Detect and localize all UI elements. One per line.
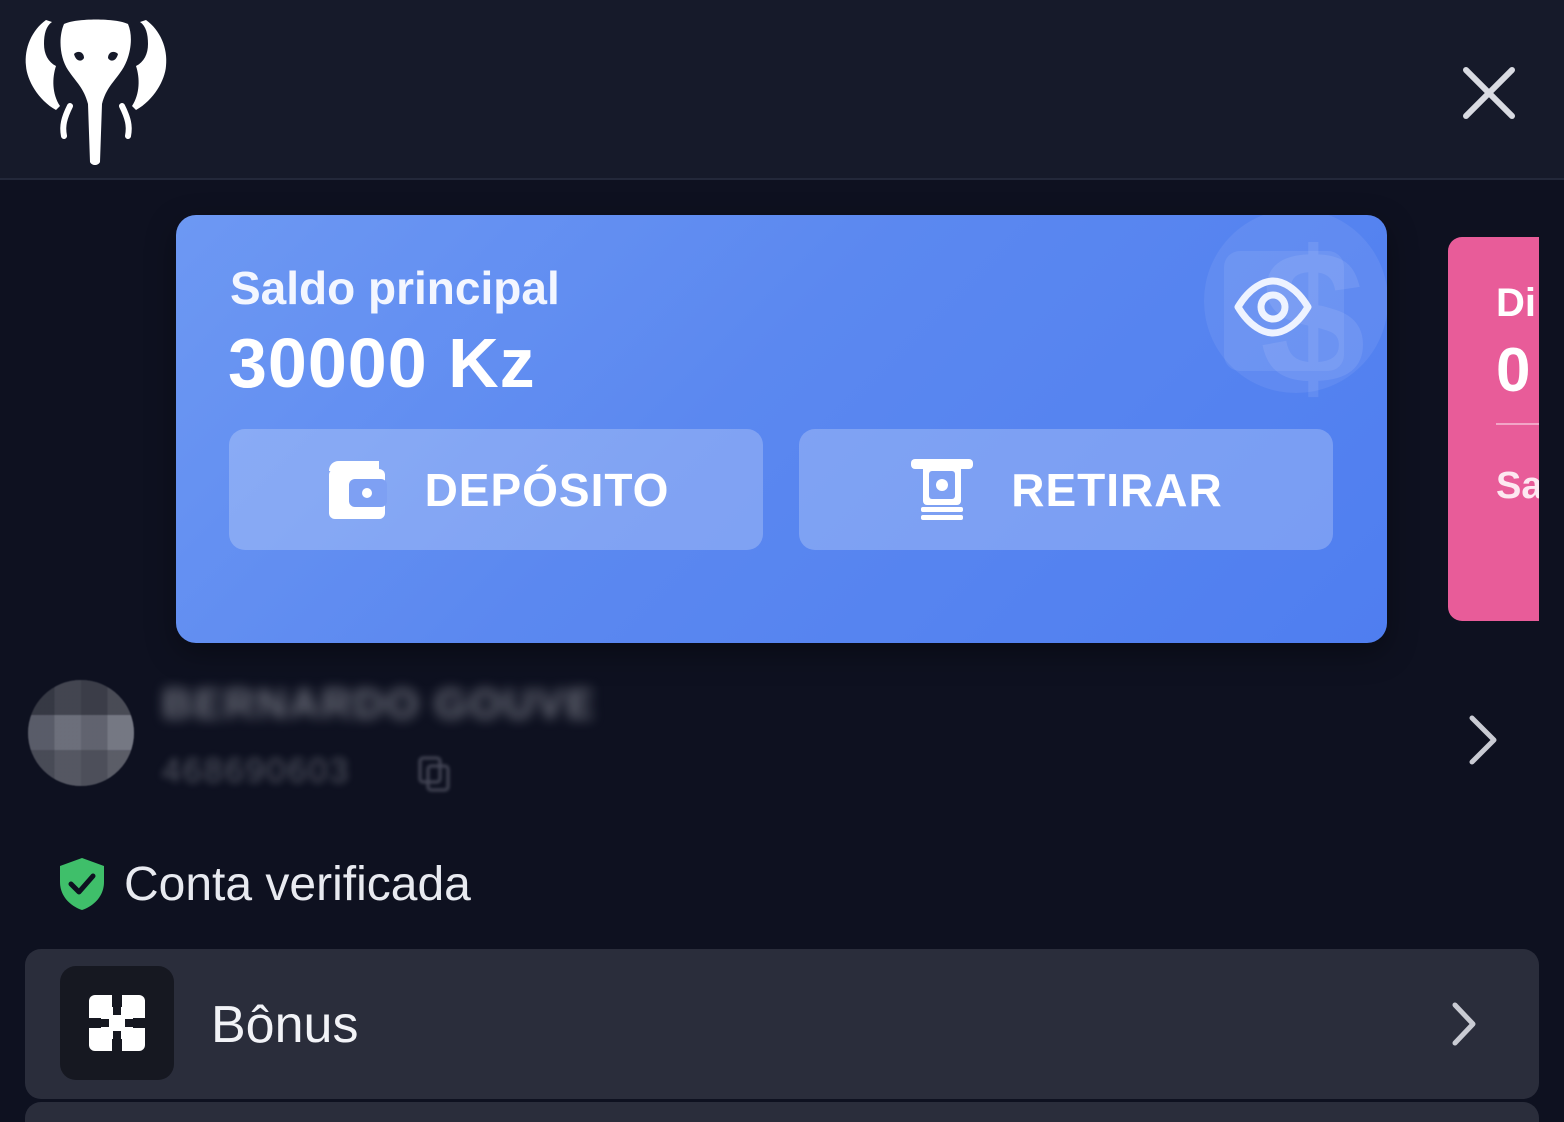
- verification-status: Conta verificada: [58, 852, 471, 916]
- secondary-card-amount: 0: [1496, 336, 1531, 405]
- bonus-gift-icon: [89, 995, 145, 1051]
- wallet-icon: [328, 460, 387, 519]
- main-balance-card: $ Saldo principal 30000 Kz DEPÓSITO RETI…: [176, 215, 1387, 643]
- avatar: [28, 680, 134, 786]
- profile-id: 468690603: [162, 752, 351, 790]
- secondary-card-subtitle: Sa: [1496, 465, 1539, 507]
- balance-amount: 30000 Kz: [228, 324, 536, 402]
- profile-name: BERNARDO GOUVEIA: [162, 680, 592, 727]
- header: [0, 0, 1564, 180]
- secondary-card-title: Di: [1496, 281, 1536, 325]
- secondary-card-divider: [1496, 423, 1539, 425]
- chevron-right-icon[interactable]: [1464, 712, 1500, 768]
- deposit-button[interactable]: DEPÓSITO: [229, 429, 763, 550]
- profile-row[interactable]: BERNARDO GOUVEIA 468690603: [0, 660, 1564, 820]
- cash-withdraw-icon: [911, 458, 974, 520]
- elephant-logo-icon[interactable]: [22, 14, 170, 166]
- secondary-balance-card[interactable]: Di 0 Sa: [1448, 237, 1539, 621]
- next-menu-item-edge[interactable]: [25, 1102, 1539, 1122]
- menu-item-label: Bônus: [211, 996, 359, 1054]
- shield-check-icon: [60, 858, 104, 910]
- withdraw-label: RETIRAR: [1011, 463, 1223, 516]
- withdraw-button[interactable]: RETIRAR: [799, 429, 1333, 550]
- close-icon[interactable]: [1456, 60, 1522, 126]
- bonus-icon-container: [60, 966, 174, 1080]
- verification-label: Conta verificada: [124, 857, 471, 911]
- menu-item-bonus[interactable]: Bônus: [25, 949, 1539, 1099]
- copy-icon[interactable]: [418, 756, 450, 792]
- deposit-label: DEPÓSITO: [424, 463, 670, 516]
- eye-icon[interactable]: [1234, 277, 1312, 337]
- balance-label: Saldo principal: [230, 262, 560, 314]
- chevron-right-icon: [1452, 1002, 1476, 1046]
